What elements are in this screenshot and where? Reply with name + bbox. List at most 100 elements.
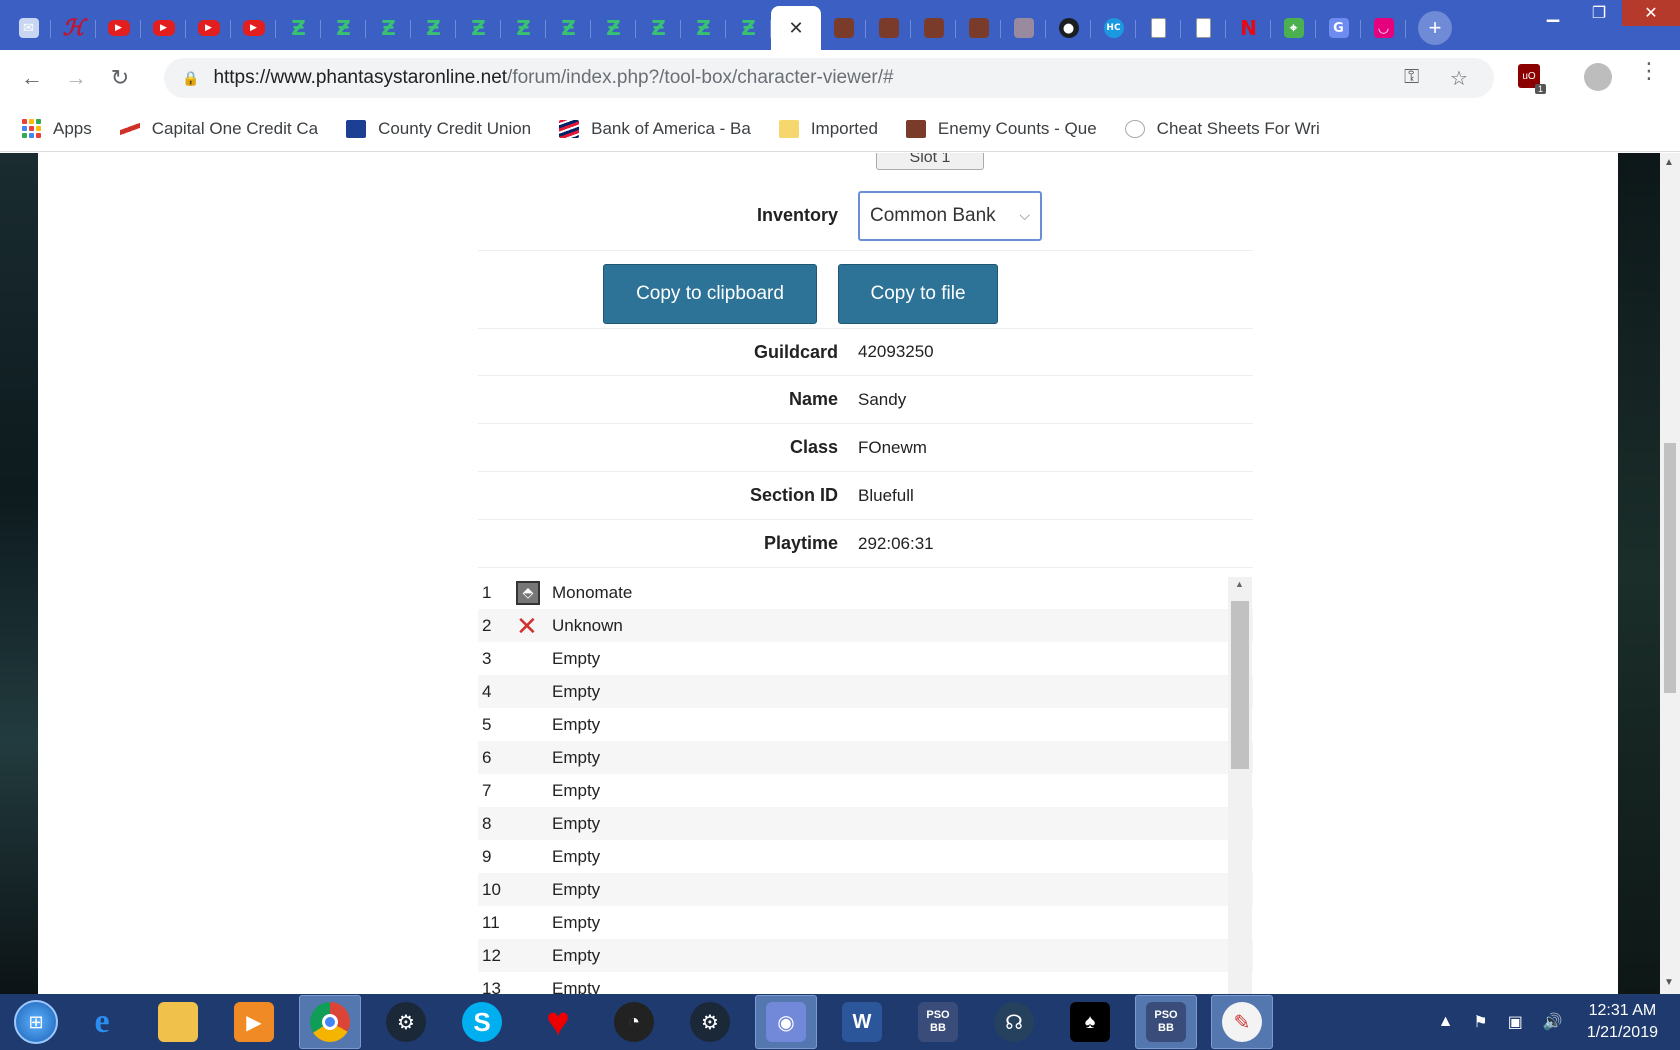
taskbar-pso-bb[interactable]: PSO BB xyxy=(1135,995,1197,1049)
list-item[interactable]: 6 Empty xyxy=(478,741,1253,774)
copy-to-clipboard-button[interactable]: Copy to clipboard xyxy=(603,264,817,324)
list-item[interactable]: 8 Empty xyxy=(478,807,1253,840)
address-bar[interactable]: 🔒 https://www.phantasystaronline.net/for… xyxy=(164,58,1494,98)
taskbar-media-player[interactable]: ▶ xyxy=(223,995,285,1049)
restore-button[interactable]: ❐ xyxy=(1576,0,1622,26)
slot-select[interactable]: Slot 1 xyxy=(876,153,984,170)
inventory-scrollbar[interactable]: ▲ xyxy=(1228,577,1252,994)
tab-youtube[interactable]: ▶ xyxy=(231,6,276,50)
taskbar-pso-bb[interactable]: PSO BB xyxy=(907,995,969,1049)
item-name: Empty xyxy=(552,912,601,932)
tab-youtube[interactable]: ▶ xyxy=(141,6,186,50)
tab-z[interactable]: Ƶ xyxy=(456,6,501,50)
bookmark-enemy-counts[interactable]: Enemy Counts - Que xyxy=(905,119,1097,139)
inventory-scroll-thumb[interactable] xyxy=(1231,601,1249,769)
scroll-up-icon[interactable]: ▲ xyxy=(1664,157,1674,168)
close-window-button[interactable]: ✕ xyxy=(1622,0,1680,26)
tab-netflix[interactable]: N xyxy=(1226,6,1271,50)
tab-github[interactable]: ● xyxy=(1046,6,1091,50)
tab-active[interactable]: ✕ xyxy=(771,6,821,50)
tab-g[interactable]: G xyxy=(1316,6,1361,50)
taskbar-discord[interactable]: ◉ xyxy=(755,995,817,1049)
bookmark-bank-of-america[interactable]: Bank of America - Ba xyxy=(559,119,751,139)
tab-z[interactable]: Ƶ xyxy=(411,6,456,50)
page-scroll-thumb[interactable] xyxy=(1664,443,1676,693)
list-item[interactable]: 13 Empty xyxy=(478,972,1253,995)
reload-button[interactable]: ↻ xyxy=(98,56,142,100)
tab-z[interactable]: Ƶ xyxy=(726,6,771,50)
taskbar-obs[interactable]: ◔ xyxy=(603,995,665,1049)
tab-youtube[interactable]: ▶ xyxy=(96,6,141,50)
profile-avatar[interactable] xyxy=(1584,63,1612,91)
tab-youtube[interactable]: ▶ xyxy=(186,6,231,50)
taskbar-steam[interactable]: ⚙ xyxy=(679,995,741,1049)
inventory-select[interactable]: Common Bank ⌵ xyxy=(858,190,1042,241)
youtube-icon: ▶ xyxy=(152,20,175,36)
tab-image[interactable] xyxy=(956,6,1001,50)
tab-z[interactable]: Ƶ xyxy=(321,6,366,50)
list-item[interactable]: 10 Empty xyxy=(478,873,1253,906)
taskbar-heart[interactable]: ♥ xyxy=(527,995,589,1049)
tray-chevron-icon[interactable]: ▲ xyxy=(1438,1013,1454,1031)
star-icon[interactable]: ☆ xyxy=(1450,66,1468,91)
tab-image[interactable] xyxy=(821,6,866,50)
bookmark-credit-union[interactable]: County Credit Union xyxy=(346,119,531,139)
tab-z[interactable]: Ƶ xyxy=(546,6,591,50)
taskbar-ie[interactable]: e xyxy=(71,995,133,1049)
tab-z[interactable]: Ƶ xyxy=(591,6,636,50)
bookmark-apps[interactable]: Apps xyxy=(22,119,92,139)
forward-button[interactable]: → xyxy=(54,56,98,100)
tab-h[interactable]: ℋ xyxy=(51,6,96,50)
back-button[interactable]: ← xyxy=(10,56,54,100)
tab-z[interactable]: Ƶ xyxy=(276,6,321,50)
taskbar-mask[interactable]: ♠ xyxy=(1059,995,1121,1049)
taskbar-file-explorer[interactable] xyxy=(147,995,209,1049)
start-button[interactable]: ⊞ xyxy=(8,994,64,1050)
scroll-up-icon[interactable]: ▲ xyxy=(1235,579,1244,589)
menu-icon[interactable]: ⋮ xyxy=(1638,58,1660,84)
flag-icon[interactable]: ⚑ xyxy=(1473,1012,1487,1032)
tab-image[interactable] xyxy=(866,6,911,50)
tab-document[interactable] xyxy=(1136,6,1181,50)
tab-z[interactable]: Ƶ xyxy=(636,6,681,50)
ublock-extension-icon[interactable]: uO 1 xyxy=(1518,64,1546,94)
bookmark-cheat-sheets[interactable]: Cheat Sheets For Wri xyxy=(1124,119,1320,139)
list-item[interactable]: 1 ⬘ Monomate xyxy=(478,576,1253,609)
taskbar-word[interactable]: W xyxy=(831,995,893,1049)
list-item[interactable]: 11 Empty xyxy=(478,906,1253,939)
taskbar-chrome[interactable] xyxy=(299,995,361,1049)
tab-maps[interactable]: ⌖ xyxy=(1271,6,1316,50)
tab-image[interactable] xyxy=(1001,6,1046,50)
taskbar-steam[interactable]: ⚙ xyxy=(375,995,437,1049)
bookmark-imported[interactable]: Imported xyxy=(778,119,878,139)
scroll-down-icon[interactable]: ▼ xyxy=(1664,977,1674,988)
tab-gmail[interactable]: ✉ xyxy=(6,6,51,50)
page-scrollbar[interactable]: ▲ ▼ xyxy=(1660,153,1680,994)
list-item[interactable]: 5 Empty xyxy=(478,708,1253,741)
tab-z[interactable]: Ƶ xyxy=(501,6,546,50)
taskbar-skype[interactable]: S xyxy=(451,995,513,1049)
copy-to-file-button[interactable]: Copy to file xyxy=(838,264,998,324)
bookmark-capital-one[interactable]: Capital One Credit Ca xyxy=(119,119,318,139)
tab-pocket[interactable]: ◡ xyxy=(1361,6,1406,50)
close-icon[interactable]: ✕ xyxy=(788,18,803,39)
key-icon[interactable]: ⚿ xyxy=(1404,66,1419,89)
list-item[interactable]: 7 Empty xyxy=(478,774,1253,807)
minimize-button[interactable]: ▁ xyxy=(1530,0,1576,26)
tab-hc[interactable]: HC xyxy=(1091,6,1136,50)
tab-z[interactable]: Ƶ xyxy=(366,6,411,50)
list-item[interactable]: 9 Empty xyxy=(478,840,1253,873)
network-icon[interactable]: ▣ xyxy=(1508,1012,1523,1032)
list-item[interactable]: 2 ✕ Unknown xyxy=(478,609,1253,642)
new-tab-button[interactable]: + xyxy=(1418,11,1452,45)
taskbar-headset[interactable]: ☊ xyxy=(983,995,1045,1049)
tab-image[interactable] xyxy=(911,6,956,50)
tab-document[interactable] xyxy=(1181,6,1226,50)
list-item[interactable]: 4 Empty xyxy=(478,675,1253,708)
tab-z[interactable]: Ƶ xyxy=(681,6,726,50)
list-item[interactable]: 12 Empty xyxy=(478,939,1253,972)
taskbar-paint[interactable]: ✎ xyxy=(1211,995,1273,1049)
volume-icon[interactable]: 🔊 xyxy=(1543,1012,1563,1032)
list-item[interactable]: 3 Empty xyxy=(478,642,1253,675)
clock[interactable]: 12:31 AM 1/21/2019 xyxy=(1587,1000,1658,1044)
